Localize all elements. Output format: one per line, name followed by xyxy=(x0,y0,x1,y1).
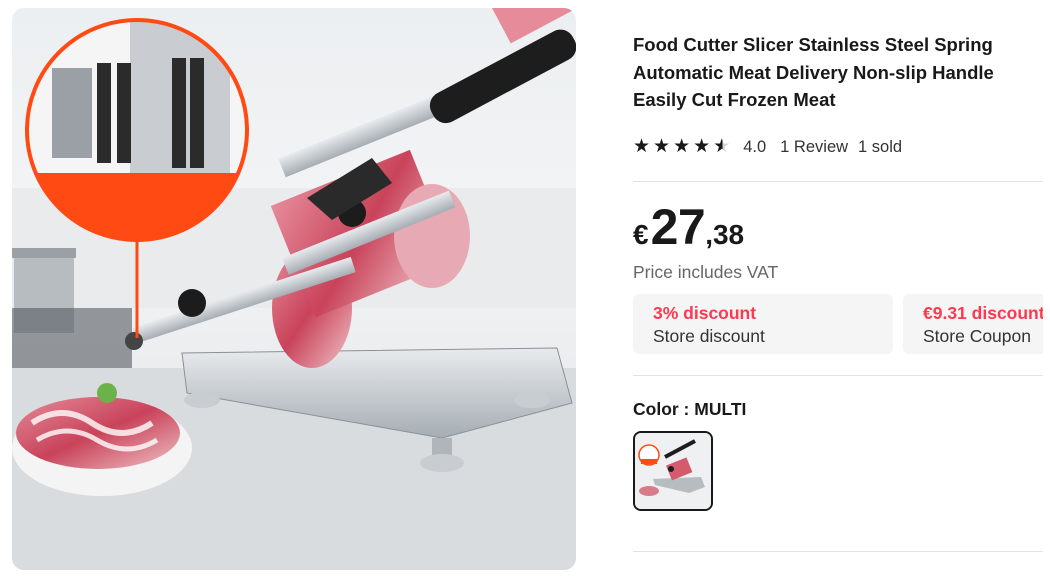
store-discount-card[interactable]: 3% discount Store discount xyxy=(633,294,893,354)
divider xyxy=(633,375,1043,376)
coupon-subtitle: Store Coupon xyxy=(923,326,1031,346)
vat-note: Price includes VAT xyxy=(633,262,779,282)
discount-list: 3% discount Store discount €9.31 discoun… xyxy=(633,294,1043,354)
star-icon: ★ xyxy=(633,136,651,157)
divider xyxy=(633,551,1043,552)
star-icon: ★ xyxy=(653,136,671,157)
star-half-icon: ★ xyxy=(713,136,731,157)
price-currency: € xyxy=(633,219,649,250)
meat-slicer-illustration xyxy=(12,8,576,570)
color-label: Color : MULTI xyxy=(633,399,747,419)
sold-count: 1 sold xyxy=(858,137,903,156)
color-thumbnail xyxy=(635,433,711,509)
price: € 27 ,38 xyxy=(633,201,744,253)
store-coupon-card[interactable]: €9.31 discount Store Coupon xyxy=(903,294,1043,354)
divider xyxy=(633,181,1043,182)
product-title: Food Cutter Slicer Stainless Steel Sprin… xyxy=(633,34,994,110)
price-integer: 27 xyxy=(650,199,706,255)
coupon-title: €9.31 discount xyxy=(923,303,1043,323)
star-icon: ★ xyxy=(693,136,711,157)
product-image[interactable] xyxy=(12,8,576,570)
discount-subtitle: Store discount xyxy=(653,326,765,346)
star-icon: ★ xyxy=(673,136,691,157)
price-decimal: ,38 xyxy=(705,219,745,250)
star-rating: ★ ★ ★ ★ ★ xyxy=(633,136,733,158)
discount-title: 3% discount xyxy=(653,303,757,323)
rating-value: 4.0 xyxy=(743,137,767,156)
reviews-link[interactable]: 1 Review xyxy=(780,138,848,157)
rating-row: ★ ★ ★ ★ ★ 4.0 1 Review 1 sold xyxy=(633,136,902,158)
color-option-multi[interactable] xyxy=(633,431,713,511)
